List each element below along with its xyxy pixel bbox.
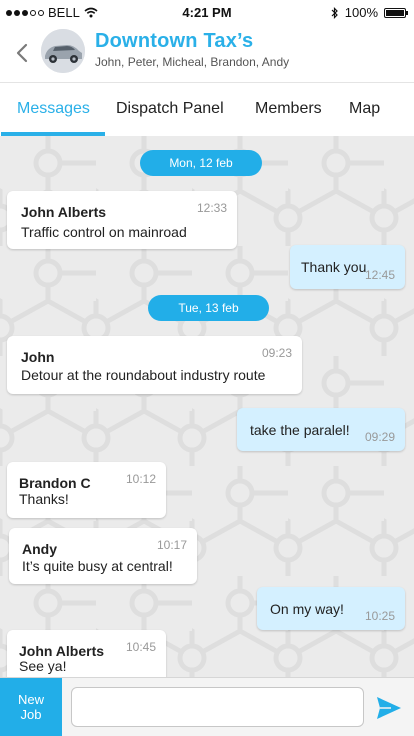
tab-members[interactable]: Members bbox=[255, 100, 322, 118]
tab-bar: Messages Dispatch Panel Members Map bbox=[0, 82, 414, 136]
back-chevron-icon[interactable] bbox=[12, 40, 36, 66]
battery-icon bbox=[384, 7, 408, 18]
tab-dispatch-panel[interactable]: Dispatch Panel bbox=[116, 100, 224, 118]
date-separator: Tue, 13 feb bbox=[148, 295, 269, 321]
message-text: Thank you bbox=[301, 259, 367, 275]
message-incoming: John Alberts See ya! 10:45 bbox=[7, 630, 166, 677]
message-sender: Andy bbox=[22, 541, 57, 557]
message-text: See ya! bbox=[19, 658, 67, 674]
status-right: 100% bbox=[331, 5, 408, 20]
message-time: 09:23 bbox=[261, 346, 292, 360]
message-sender: Brandon C bbox=[19, 475, 91, 491]
message-sender: John bbox=[21, 349, 55, 365]
message-time: 10:45 bbox=[125, 640, 156, 654]
message-time: 12:45 bbox=[364, 268, 395, 282]
battery-percent: 100% bbox=[344, 5, 378, 20]
message-time: 10:25 bbox=[364, 609, 395, 623]
send-icon[interactable] bbox=[375, 694, 403, 722]
message-text: Thanks! bbox=[19, 491, 69, 507]
group-members: John, Peter, Micheal, Brandon, Andy bbox=[95, 55, 290, 69]
chat-header: Downtown Tax’s John, Peter, Micheal, Bra… bbox=[0, 26, 414, 82]
status-bar: BELL 4:21 PM 100% bbox=[0, 0, 414, 26]
message-outgoing: take the paralel! 09:29 bbox=[237, 408, 405, 451]
message-input[interactable] bbox=[71, 687, 364, 727]
message-text: Detour at the roundabout industry route bbox=[21, 367, 266, 383]
new-job-button[interactable]: New Job bbox=[0, 678, 62, 736]
message-outgoing: Thank you 12:45 bbox=[290, 245, 405, 289]
message-sender: John Alberts bbox=[19, 643, 105, 659]
new-job-label-line2: Job bbox=[20, 707, 42, 722]
message-text: Traffic control on mainroad bbox=[21, 224, 187, 240]
message-text: It’s quite busy at central! bbox=[22, 558, 173, 574]
message-time: 09:29 bbox=[364, 430, 395, 444]
group-avatar[interactable] bbox=[41, 29, 85, 73]
message-time: 10:12 bbox=[125, 472, 156, 486]
message-incoming: Andy It’s quite busy at central! 10:17 bbox=[9, 528, 197, 584]
message-text: On my way! bbox=[270, 601, 344, 617]
message-sender: John Alberts bbox=[21, 204, 107, 220]
new-job-label-line1: New bbox=[17, 692, 44, 707]
bluetooth-icon bbox=[331, 6, 338, 19]
message-list[interactable]: Mon, 12 feb John Alberts Traffic control… bbox=[0, 136, 414, 677]
message-incoming: John Detour at the roundabout industry r… bbox=[7, 336, 302, 394]
message-incoming: John Alberts Traffic control on mainroad… bbox=[7, 191, 237, 249]
message-text: take the paralel! bbox=[250, 422, 350, 438]
tab-map[interactable]: Map bbox=[349, 100, 380, 118]
message-time: 10:17 bbox=[156, 538, 187, 552]
car-icon bbox=[41, 29, 85, 73]
message-incoming: Brandon C Thanks! 10:12 bbox=[7, 462, 166, 518]
date-separator: Mon, 12 feb bbox=[140, 150, 262, 176]
tab-messages[interactable]: Messages bbox=[17, 100, 90, 118]
message-time: 12:33 bbox=[196, 201, 227, 215]
group-title: Downtown Tax’s bbox=[95, 30, 254, 52]
composer-bar: New Job bbox=[0, 677, 414, 736]
message-outgoing: On my way! 10:25 bbox=[257, 587, 405, 630]
